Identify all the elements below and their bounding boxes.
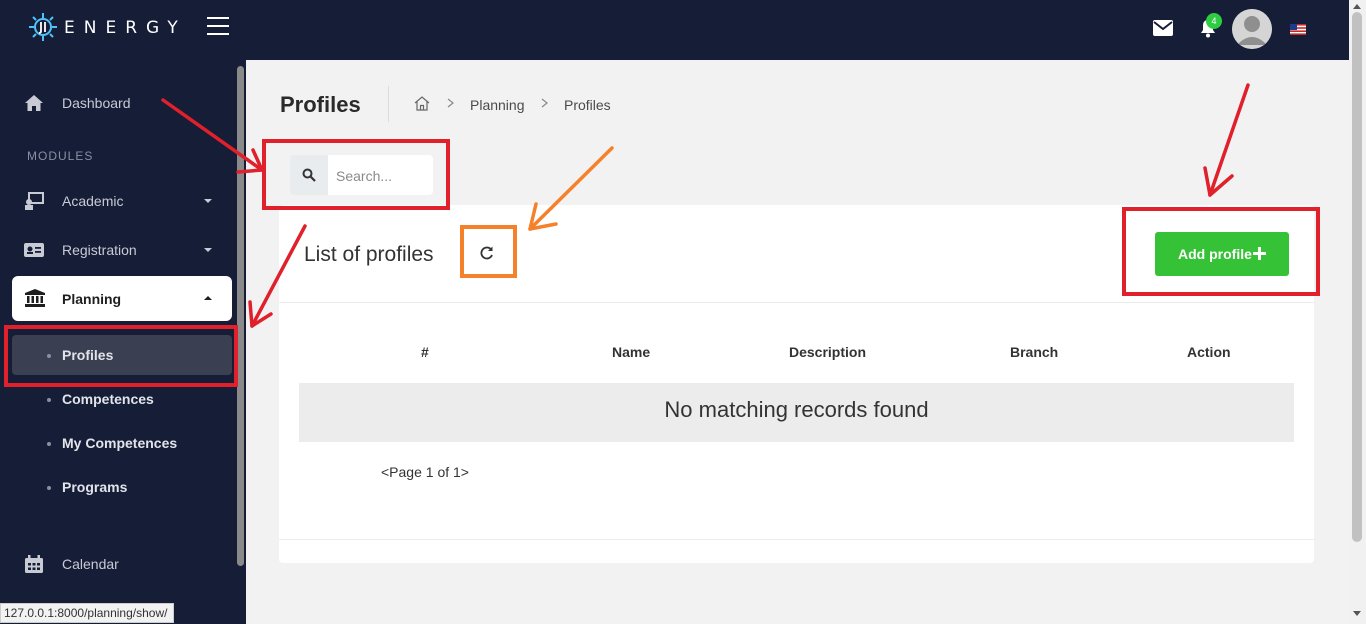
arrow-to-search-icon — [161, 98, 264, 172]
arrow-to-profiles-icon — [250, 224, 307, 328]
annotation-arrows — [161, 83, 1250, 328]
arrow-to-refresh-icon — [528, 146, 614, 231]
arrow-head-icon — [248, 300, 273, 328]
